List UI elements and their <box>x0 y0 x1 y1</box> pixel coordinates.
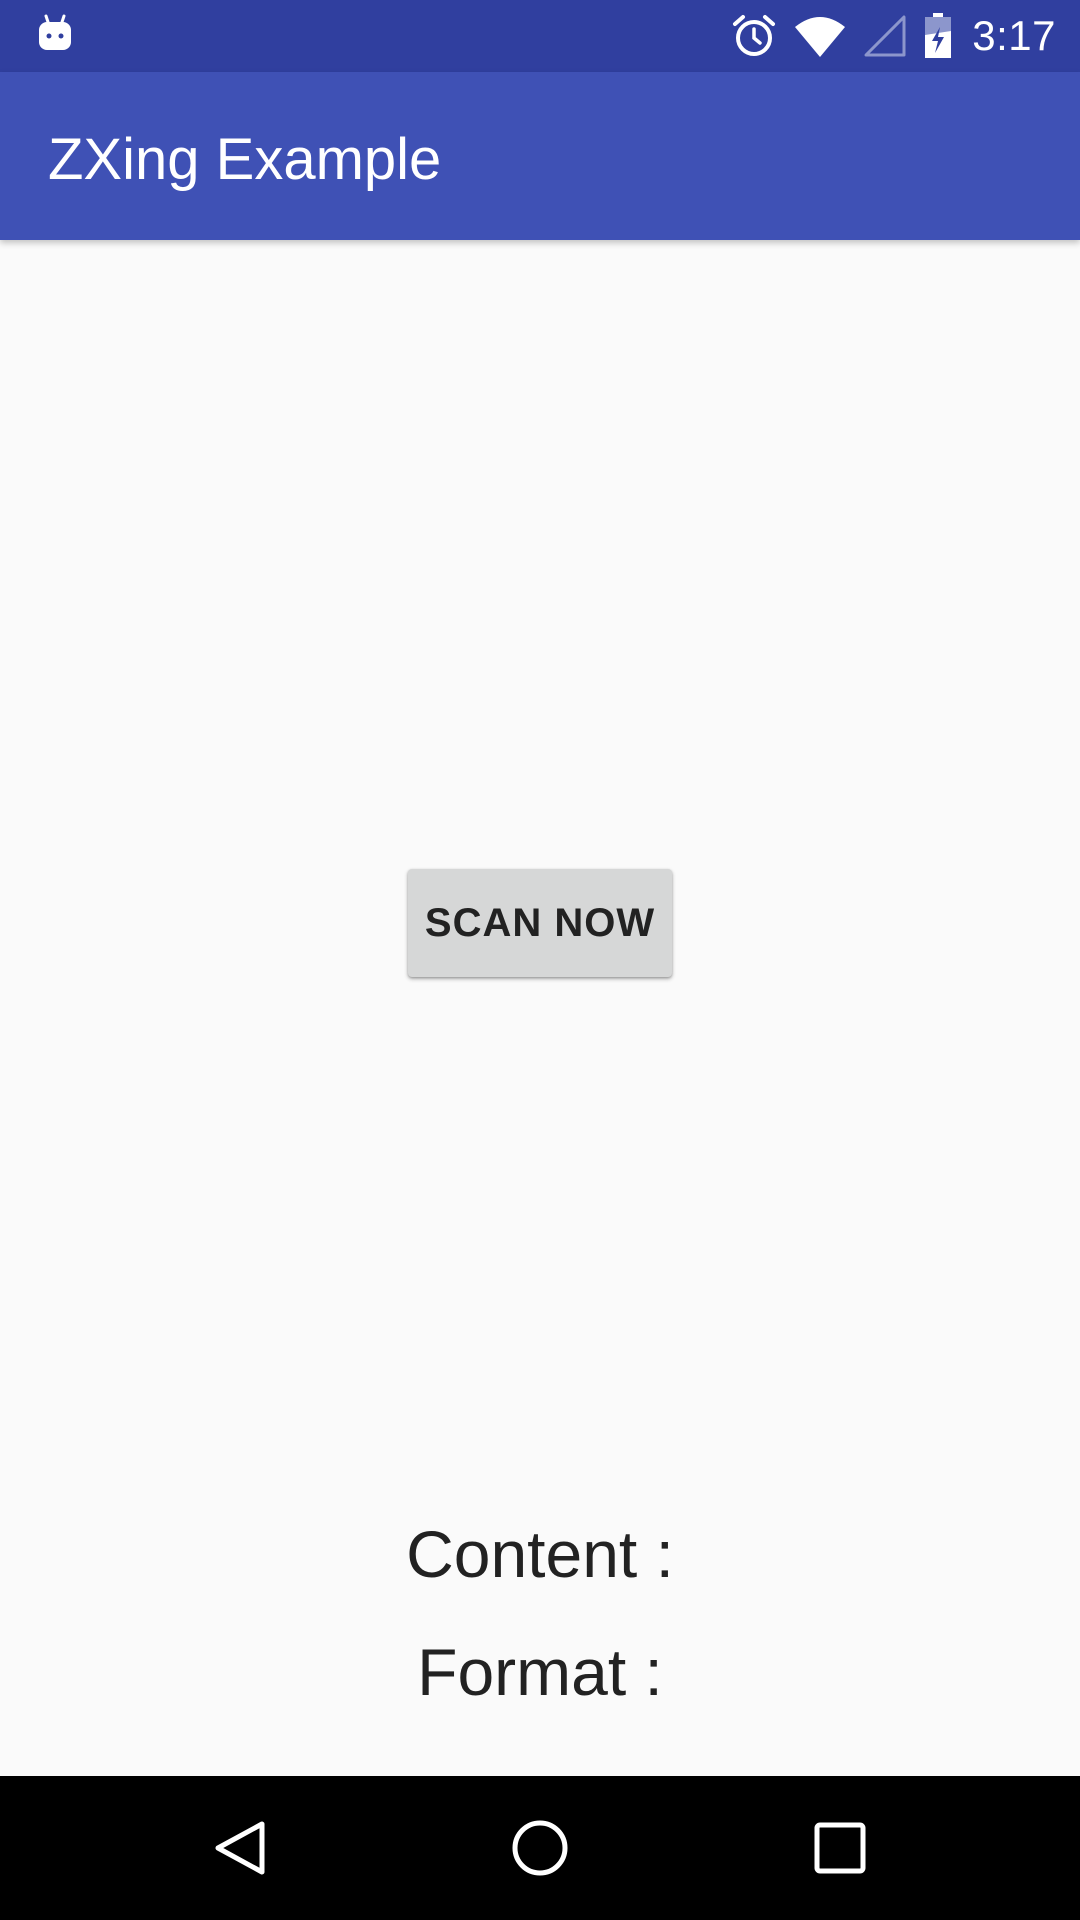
recents-button[interactable] <box>804 1812 876 1884</box>
content-label: Content : <box>406 1517 674 1591</box>
cell-signal-icon <box>864 15 906 57</box>
back-icon <box>215 1821 265 1875</box>
home-icon <box>512 1820 568 1876</box>
wifi-icon <box>794 15 846 57</box>
navigation-bar <box>0 1776 1080 1920</box>
home-button[interactable] <box>504 1812 576 1884</box>
alarm-icon <box>732 14 776 58</box>
app-bar: ZXing Example <box>0 72 1080 240</box>
back-button[interactable] <box>204 1812 276 1884</box>
status-icons: 3:17 <box>714 0 1056 72</box>
status-time: 3:17 <box>972 12 1056 59</box>
battery-charging-icon <box>924 13 952 59</box>
scan-now-button[interactable]: SCAN NOW <box>408 869 672 977</box>
screen: 3:17 ZXing Example SCAN NOW Content : Fo… <box>0 0 1080 1920</box>
recents-icon <box>814 1822 866 1874</box>
status-bar: 3:17 <box>0 0 1080 72</box>
android-debug-icon <box>38 14 72 54</box>
app-title: ZXing Example <box>48 127 442 192</box>
format-label: Format : <box>417 1635 663 1709</box>
